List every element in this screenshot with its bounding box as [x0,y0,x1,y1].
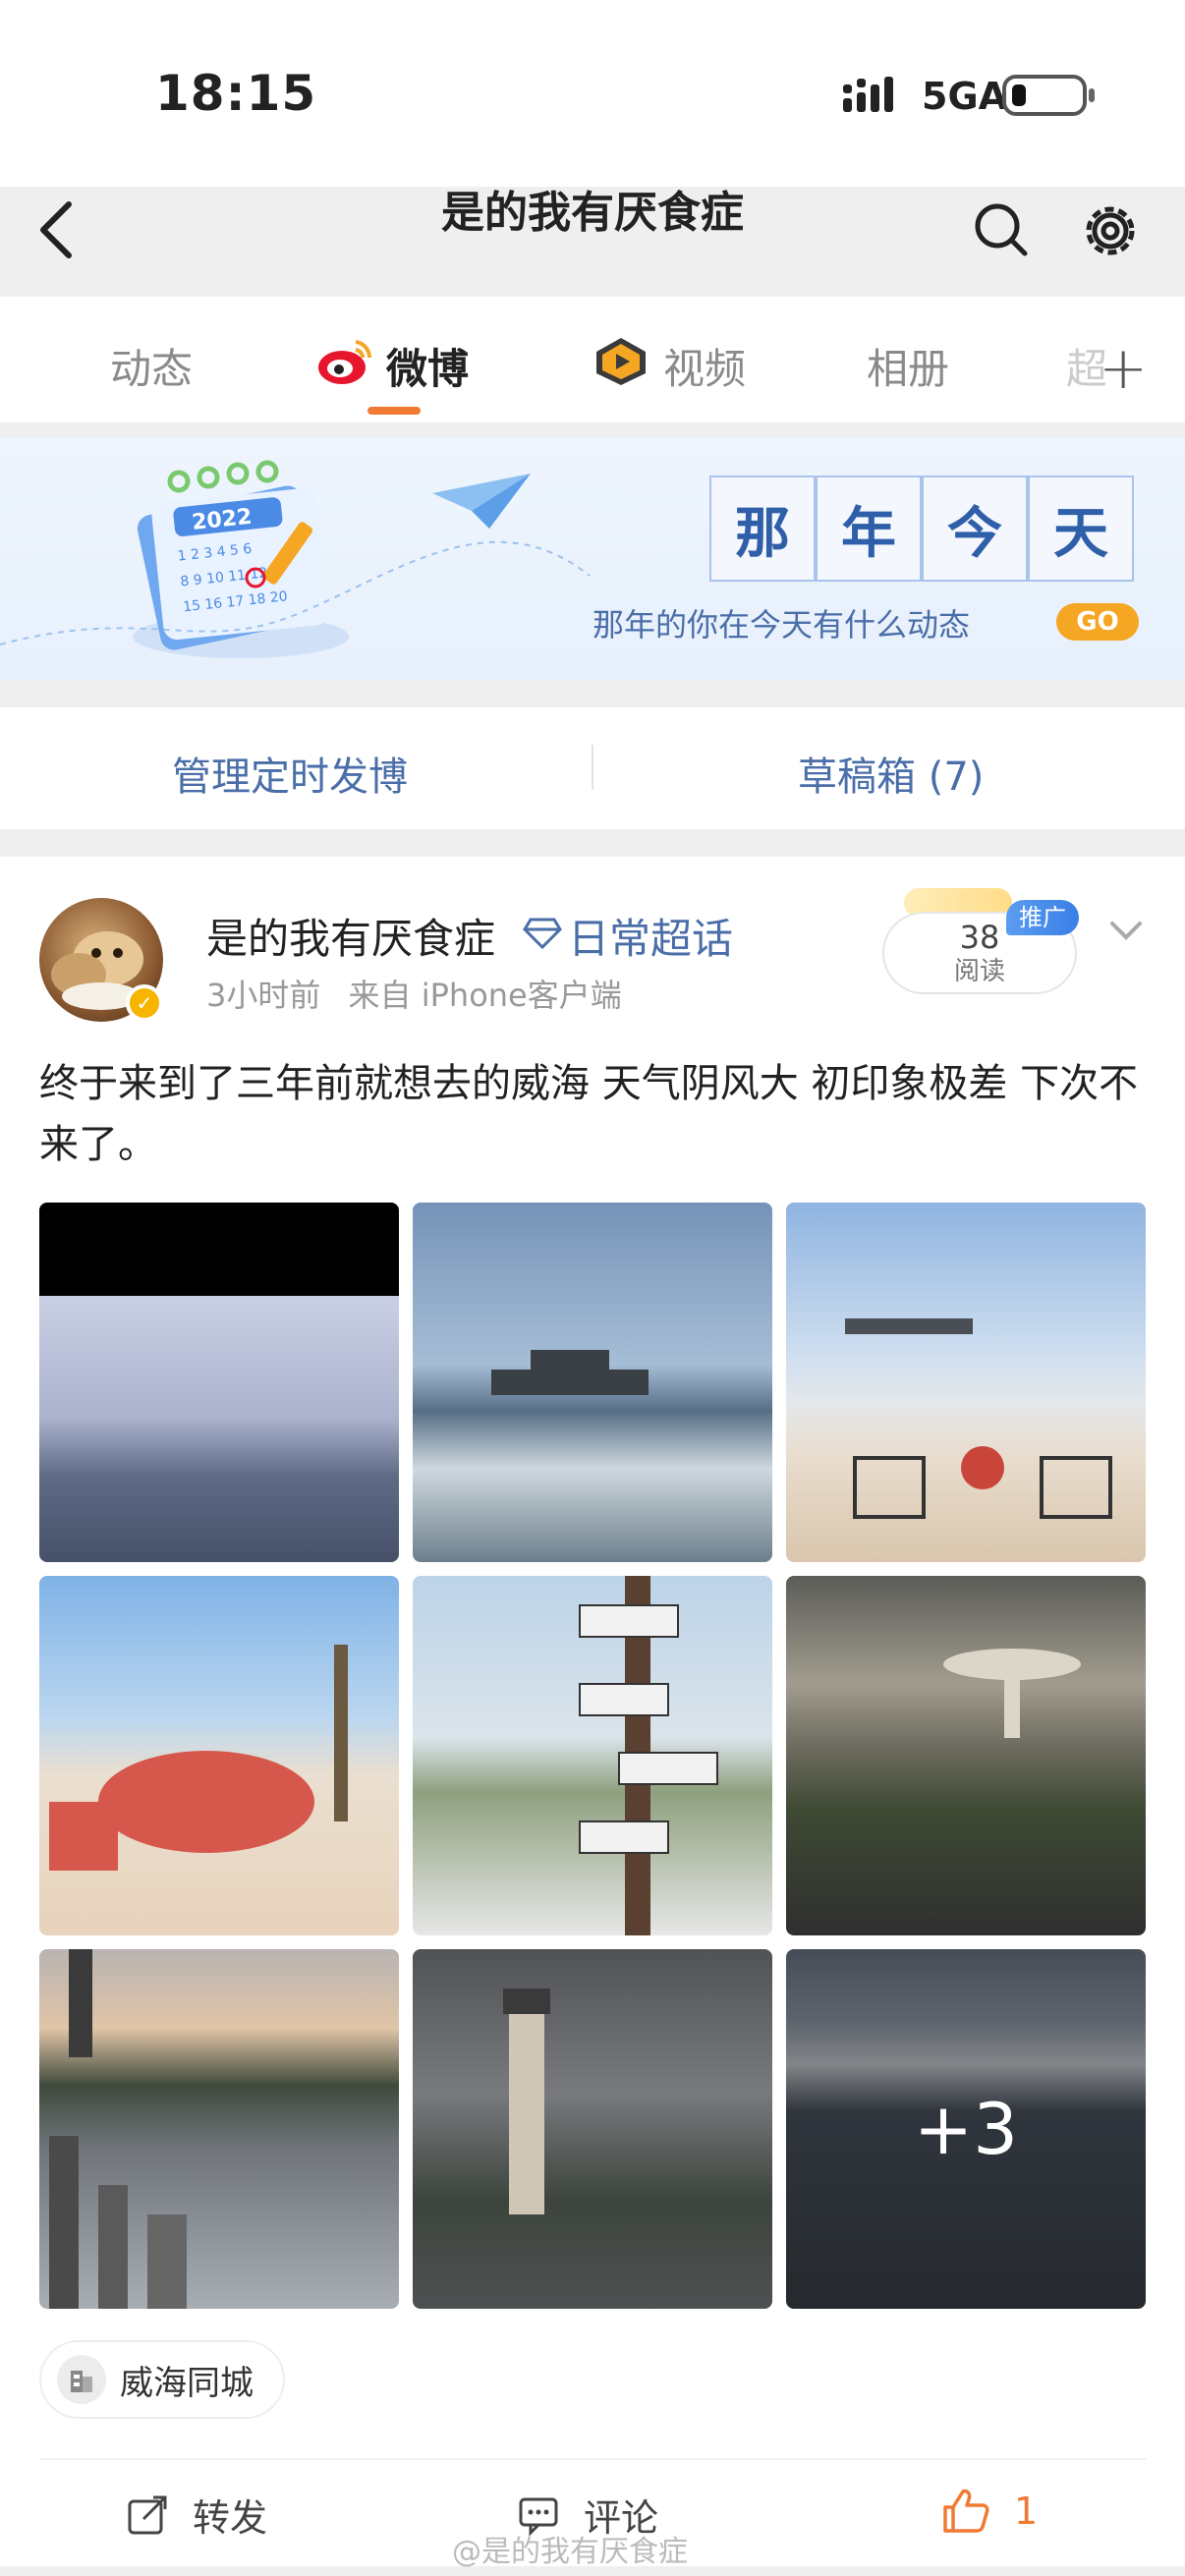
thumbs-up-icon [943,2489,989,2533]
scheduled-posts-button[interactable]: 管理定时发博 [172,745,408,802]
post-source: 来自 iPhone客户端 [348,977,622,1014]
like-count: 1 [1014,2490,1039,2533]
memories-banner[interactable]: 2022 1 2 3 4 5 6 8 9 10 11 12 15 16 17 1… [0,438,1185,680]
watermark: @是的我有厌食症 [452,2535,688,2569]
chevron-down-icon[interactable] [1106,916,1146,945]
active-tab-indicator [367,407,421,415]
like-button[interactable]: 1 [941,2488,1038,2535]
more-photos-count: +3 [786,1949,1146,2309]
photo-8[interactable] [413,1949,772,2309]
photo-1[interactable] [39,1203,399,1562]
banner-title: 那 年 今 天 [709,476,1134,582]
go-button[interactable]: GO [1056,603,1139,641]
drafts-button[interactable]: 草稿箱 (7) [798,745,984,802]
signal-icon [843,77,893,112]
banner-title-char: 天 [1028,476,1134,582]
gear-icon[interactable] [1076,196,1145,265]
banner-title-char: 那 [709,476,816,582]
tab-weibo[interactable]: 微博 [386,336,469,396]
photo-grid: +3 [39,1203,1146,2309]
battery-icon [1002,75,1095,116]
add-tab-icon[interactable]: + [1099,334,1148,403]
verified-badge-icon: ✓ [126,984,163,1022]
repost-icon [128,2495,167,2534]
post-text: 终于来到了三年前就想去的威海 天气阴风大 初印象极差 下次不来了。 [39,1061,1139,1167]
tab-album[interactable]: 相册 [867,336,949,396]
location-tag[interactable]: 威海同城 [39,2340,285,2419]
repost-button[interactable]: 转发 [126,2488,267,2542]
network-label: 5GA [922,75,1008,118]
reads-label: 阅读 [953,957,1005,986]
top-area: 18:15 5GA 是的我有厌食症 [0,0,1185,273]
tab-dynamics[interactable]: 动态 [110,336,193,396]
photo-5[interactable] [413,1576,772,1935]
post-time: 3小时前 [206,977,321,1014]
photo-9[interactable]: +3 [786,1949,1146,2309]
photo-7[interactable] [39,1949,399,2309]
post-card: ✓ 是的我有厌食症 日常超话 3小时前 来自 iPhone客户端 38 阅读 推… [0,857,1185,2569]
location-label: 威海同城 [120,2363,254,2403]
title-placeholder-bar [531,244,658,273]
post-username[interactable]: 是的我有厌食症 [206,906,495,966]
banner-title-char: 今 [922,476,1028,582]
search-icon[interactable] [968,196,1033,261]
photo-2[interactable] [413,1203,772,1562]
divider [592,745,593,790]
photo-3[interactable] [786,1203,1146,1562]
photo-4[interactable] [39,1576,399,1935]
promo-badge[interactable]: 推广 [1006,900,1079,935]
diamond-icon [523,918,562,950]
status-time: 18:15 [155,65,317,122]
tab-video[interactable]: 视频 [663,336,746,396]
profile-tabs: 动态 微博 视频 相册 超 + [0,295,1185,422]
post-meta: 3小时前 来自 iPhone客户端 [206,971,622,1016]
post-management-row: 管理定时发博 草稿箱 (7) [0,707,1185,829]
building-icon [57,2355,106,2404]
banner-title-char: 年 [816,476,922,582]
super-topic-link[interactable]: 日常超话 [568,906,733,966]
video-icon [596,338,646,385]
weibo-logo-icon [318,340,372,384]
dashed-path-decoration [0,540,591,645]
banner-subtitle: 那年的你在今天有什么动态 [592,606,971,644]
divider [39,2458,1146,2460]
repost-label: 转发 [193,2496,268,2540]
photo-6[interactable] [786,1576,1146,1935]
